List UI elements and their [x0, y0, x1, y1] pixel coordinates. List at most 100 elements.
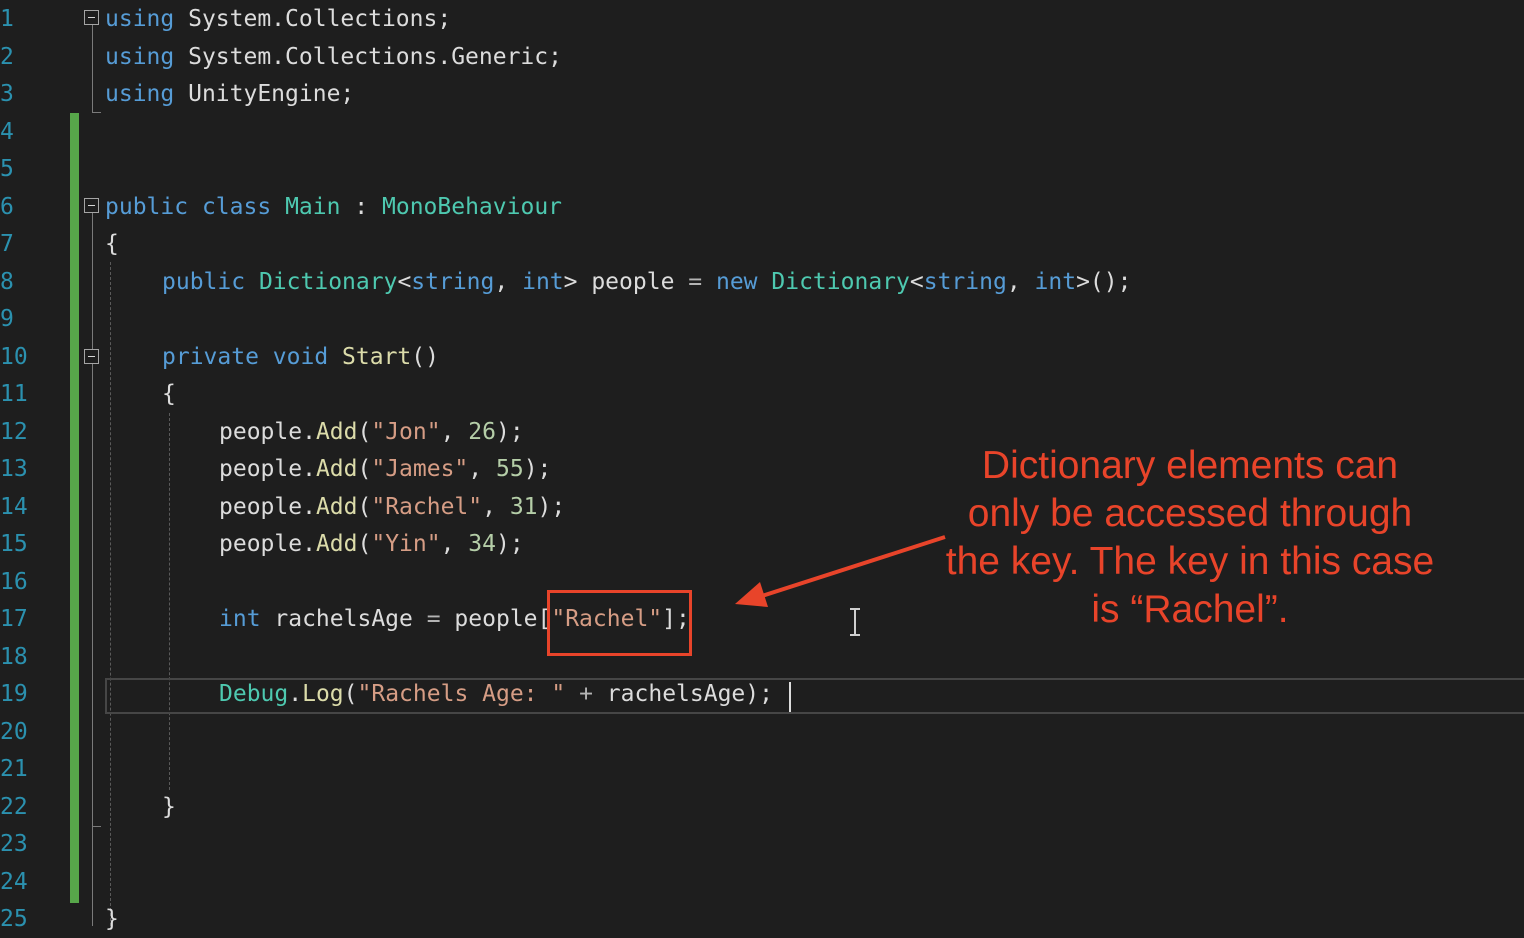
string-literal: "Jon"	[371, 418, 441, 445]
text-caret	[789, 682, 791, 712]
indent-guide	[110, 262, 111, 926]
code-line: }	[105, 900, 119, 938]
code-line: }	[162, 788, 176, 826]
keyword: void	[272, 343, 329, 370]
text-cursor-ibeam-icon	[850, 608, 860, 636]
code-text: );	[523, 456, 552, 482]
code-text: ,	[494, 268, 523, 295]
code-line: people.Add("Jon", 26);	[219, 413, 524, 451]
number-literal: 55	[495, 456, 524, 482]
string-literal: "Rachel"	[371, 493, 483, 520]
code-line: people.Add("James", 55);	[219, 450, 551, 488]
code-text: (	[357, 418, 372, 445]
code-text: ,	[468, 456, 496, 482]
code-text: people.	[219, 493, 316, 520]
code-line: using UnityEngine;	[105, 75, 354, 113]
brace: }	[105, 906, 119, 932]
line-number: 1	[0, 6, 14, 32]
code-editor[interactable]: 1 2 3 4 5 6 7 8 9 10 11 12 13 14 15 16 1…	[0, 0, 1524, 932]
keyword: new	[715, 268, 758, 295]
keyword: using	[105, 81, 175, 107]
line-number: 6	[0, 193, 14, 220]
code-text: people.	[219, 456, 316, 482]
line-number: 10	[0, 343, 28, 370]
code-text: ,	[440, 531, 469, 557]
line-number: 17	[0, 606, 28, 632]
type-name: Dictionary	[258, 268, 398, 295]
code-text: <	[909, 268, 924, 295]
change-tracking-bar	[70, 113, 79, 903]
type-name: MonoBehaviour	[382, 193, 563, 220]
code-text: :	[340, 193, 382, 220]
code-text: people.	[219, 531, 316, 557]
line-number: 16	[0, 568, 28, 595]
code-text: ,	[1006, 268, 1035, 295]
keyword: public	[162, 268, 246, 295]
line-number: 24	[0, 868, 28, 895]
indent-guide	[169, 413, 170, 790]
code-text: rachelsAge);	[592, 681, 773, 707]
line-number: 7	[0, 231, 14, 257]
code-line: using System.Collections.Generic;	[105, 38, 562, 76]
code-text: );	[496, 531, 524, 557]
outline-line	[92, 213, 93, 926]
code-text: people[	[440, 606, 552, 632]
code-text: (	[357, 456, 372, 482]
annotation-highlight-box	[547, 590, 692, 656]
fold-collapse-icon[interactable]	[84, 349, 99, 364]
operator: =	[688, 268, 703, 295]
code-text: > people	[563, 268, 689, 295]
code-text: );	[496, 418, 524, 445]
line-number: 21	[0, 756, 28, 782]
string-literal: "James"	[371, 456, 469, 482]
code-line: public class Main : MonoBehaviour	[105, 188, 562, 226]
keyword: class	[201, 193, 272, 220]
method-name: Add	[315, 456, 358, 482]
code-line: people.Add("Yin", 34);	[219, 525, 524, 563]
line-number: 11	[0, 381, 28, 407]
brace: {	[105, 231, 119, 257]
keyword: using	[105, 43, 175, 70]
code-line: using System.Collections;	[105, 0, 451, 38]
code-text: (	[343, 681, 358, 707]
code-line: private void Start()	[162, 338, 439, 376]
code-text: <	[397, 268, 412, 295]
code-text: rachelsAge	[260, 606, 427, 632]
line-number: 23	[0, 831, 28, 857]
number-literal: 34	[468, 531, 496, 557]
code-line: {	[105, 225, 119, 263]
number-literal: 26	[468, 418, 496, 445]
code-text: ()	[411, 343, 439, 370]
fold-collapse-icon[interactable]	[84, 10, 99, 25]
outline-end	[92, 826, 101, 827]
type-name: Dictionary	[771, 268, 910, 295]
outline-end	[92, 112, 101, 113]
line-number: 19	[0, 681, 28, 707]
line-number: 25	[0, 906, 28, 932]
code-text: );	[537, 493, 566, 520]
keyword: private	[162, 343, 259, 370]
keyword: string	[411, 268, 495, 295]
outline-line	[92, 25, 93, 113]
keyword: int	[522, 268, 564, 295]
line-number: 9	[0, 306, 14, 332]
keyword: using	[105, 6, 175, 32]
method-name: Add	[315, 493, 358, 520]
type-name: Debug	[219, 681, 289, 707]
code-text: people.	[219, 418, 316, 445]
keyword: string	[923, 268, 1007, 295]
code-text: >();	[1076, 268, 1132, 295]
line-number: 3	[0, 81, 14, 107]
fold-collapse-icon[interactable]	[84, 198, 99, 213]
code-text: System.Collections.Generic;	[174, 43, 562, 70]
line-number: 12	[0, 418, 28, 445]
keyword: int	[1034, 268, 1077, 295]
code-text: ,	[482, 493, 510, 520]
line-number: 22	[0, 793, 28, 820]
keyword: int	[219, 606, 261, 632]
code-text: .	[288, 681, 303, 707]
